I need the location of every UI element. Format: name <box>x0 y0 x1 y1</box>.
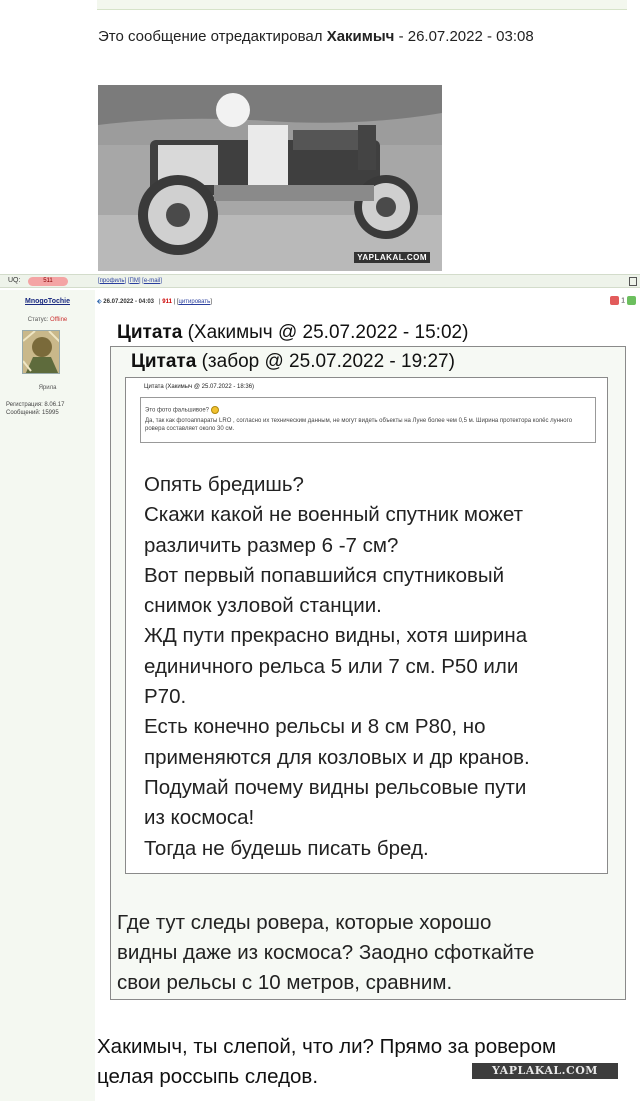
uq-label: UQ: <box>8 277 21 284</box>
status-value: Offline <box>50 317 68 323</box>
avatar[interactable] <box>22 330 60 374</box>
quote-2-line: ЖД пути прекрасно видны, хотя ширина <box>144 624 528 648</box>
report-icon[interactable] <box>629 277 637 286</box>
quote-3: Это фото фальшивое? Да, так как фотоаппа… <box>140 397 596 443</box>
quote-2-line: Скажи какой не военный спутник может <box>144 503 523 527</box>
email-link[interactable]: e-mail <box>144 278 160 284</box>
avatar-caption: Ярила <box>38 385 57 391</box>
edited-date: - 26.07.2022 - 03:08 <box>398 28 534 45</box>
edited-user[interactable]: Хакимыч <box>327 28 395 45</box>
quote-2-line: применяются для козловых и др кранов. <box>144 745 530 769</box>
post-header: ⬖ 26.07.2022 - 04:03 | 911 | [цитировать… <box>97 294 640 310</box>
edited-note: Это сообщение отредактировал Хакимыч - 2… <box>98 28 534 45</box>
quote-2-line: Тогда не будешь писать бред. <box>144 836 429 860</box>
quote-1-meta: (Хакимыч @ 25.07.2022 - 15:02) <box>187 322 469 343</box>
quote-2-meta: (забор @ 25.07.2022 - 19:27) <box>201 351 455 372</box>
post-date: 26.07.2022 - 04:03 <box>103 299 155 305</box>
post-anchor-icon[interactable]: ⬖ <box>97 299 102 305</box>
smiley-icon <box>210 406 219 414</box>
quote-1-text: Где тут следы ровера, которые хорошо вид… <box>117 908 617 998</box>
reply-line: Хакимыч, ты слепой, что ли? Прямо за ров… <box>97 1035 557 1058</box>
quote-1-line: свои рельсы с 10 метров, сравним. <box>117 971 453 994</box>
post-number[interactable]: 911 <box>162 299 172 305</box>
quote-2-line: Опять бредишь? <box>144 473 304 496</box>
quote-3-answer: Да, так как фотоаппараты LRO , согласно … <box>145 418 573 432</box>
quote-2: Цитата (Хакимыч @ 25.07.2022 - 18:36) Эт… <box>125 377 608 874</box>
profile-links: [профиль] [ПМ] [e-mail] <box>98 278 162 284</box>
quote-1-line: Где тут следы ровера, которые хорошо <box>117 911 492 934</box>
quote-2-line: единичного рельса 5 или 7 см. Р50 или <box>144 654 519 678</box>
profile-link[interactable]: профиль <box>100 278 125 284</box>
quote-1-label: Цитата <box>117 322 183 343</box>
user-status: Статус: Offline <box>0 317 95 323</box>
quote-2-header: Цитата (забор @ 25.07.2022 - 19:27) <box>131 351 455 373</box>
quote-2-line: различить размер 6 -7 см? <box>144 533 399 557</box>
quote-3-question-text: Это фото фальшивое? <box>145 407 210 414</box>
quote-2-line: Подумай почему видны рельсовые пути <box>144 775 527 799</box>
quote-1-header: Цитата (Хакимыч @ 25.07.2022 - 15:02) <box>117 322 468 344</box>
user-stats: Регистрация: 8.06.17 Сообщений: 15995 <box>6 401 64 417</box>
rating-box: 1 <box>610 296 636 305</box>
rate-down-icon[interactable] <box>610 296 620 305</box>
registration-date: Регистрация: 8.06.17 <box>6 402 65 408</box>
quote-2-line: из космоса! <box>144 806 255 830</box>
username[interactable]: MnogoTochie <box>0 298 95 305</box>
quote-2-line: Вот первый попавшийся спутниковый <box>144 563 505 587</box>
quote-2-line: снимок узловой станции. <box>144 594 382 618</box>
previous-post-divider <box>97 0 627 10</box>
rating-value: 1 <box>621 297 626 305</box>
post-meta: ⬖ 26.07.2022 - 04:03 | 911 | [цитировать… <box>97 299 212 305</box>
post-body: Цитата (Хакимыч @ 25.07.2022 - 15:02) Ци… <box>97 310 640 1101</box>
user-sidebar: MnogoTochie Статус: Offline Ярила Регист… <box>0 290 95 1101</box>
lunar-rover-photo[interactable]: YAPLAKAL.COM <box>98 85 442 271</box>
uq-badge: 511 <box>28 277 68 286</box>
site-watermark: YAPLAKAL.COM <box>472 1063 618 1079</box>
quote-2-text: Опять бредишь? Скажи какой не военный сп… <box>144 470 604 864</box>
pm-link[interactable]: ПМ <box>130 278 139 284</box>
photo-watermark: YAPLAKAL.COM <box>354 252 430 263</box>
quote-1-line: видны даже из космоса? Заодно сфоткайте <box>117 941 535 964</box>
edited-prefix: Это сообщение отредактировал <box>98 28 323 45</box>
quote-3-question: Это фото фальшивое? <box>145 406 219 414</box>
status-label: Статус: <box>27 317 49 323</box>
quote-2-label: Цитата <box>131 351 197 372</box>
quote-2-line: Есть конечно рельсы и 8 см Р80, но <box>144 715 486 739</box>
rate-up-icon[interactable] <box>627 296 636 305</box>
message-count: Сообщений: 15995 <box>6 410 59 416</box>
quote-2-line: Р70. <box>144 685 187 709</box>
reply-text: Хакимыч, ты слепой, что ли? Прямо за ров… <box>97 1032 640 1092</box>
quote-1: Цитата (забор @ 25.07.2022 - 19:27) Цита… <box>110 346 626 1000</box>
quote-3-header: Цитата (Хакимыч @ 25.07.2022 - 18:36) <box>144 384 255 390</box>
previous-post-footer: UQ: 511 [профиль] [ПМ] [e-mail] <box>0 274 640 288</box>
quote-link[interactable]: цитировать <box>179 299 211 305</box>
